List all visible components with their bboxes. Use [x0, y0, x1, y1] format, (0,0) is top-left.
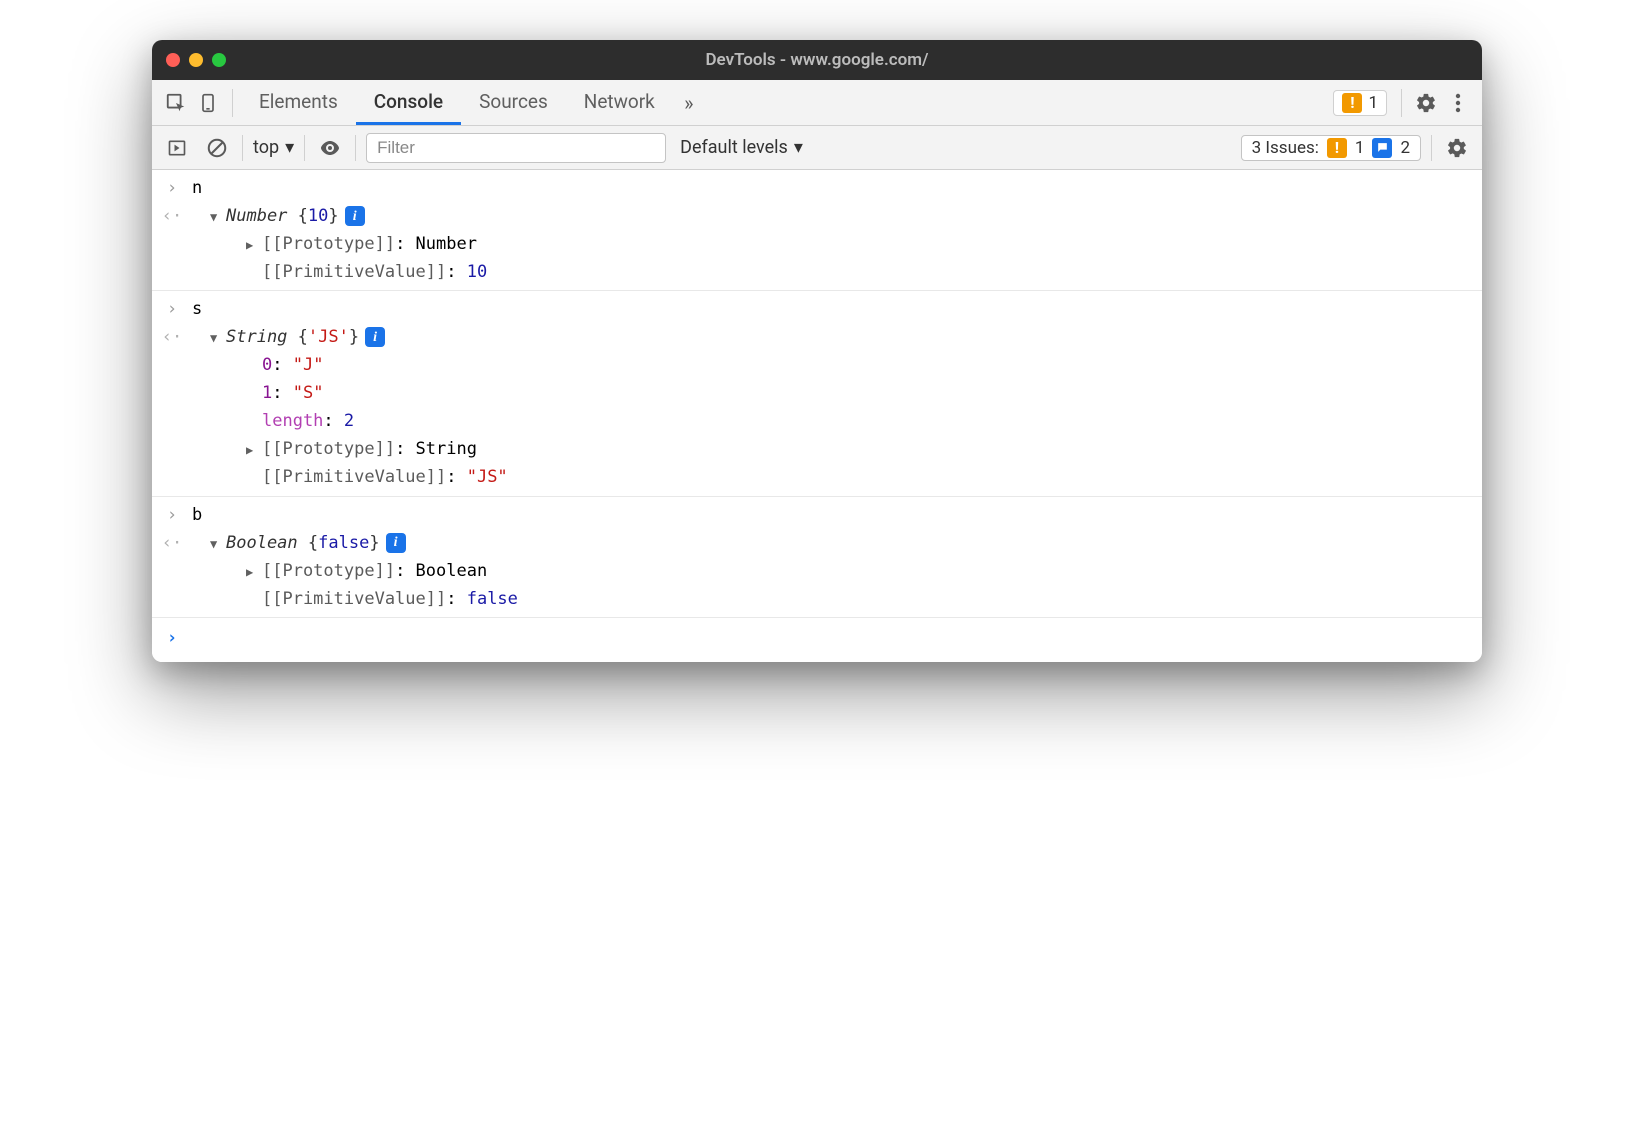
- console-entry: ›n‹·Number {10}i[[Prototype]]: Number[[P…: [152, 170, 1482, 291]
- toggle-sidebar-icon[interactable]: [162, 133, 192, 163]
- main-tabbar: Elements Console Sources Network » ! 1: [152, 80, 1482, 126]
- object-preview[interactable]: Number {10}i: [192, 202, 1482, 230]
- output-marker-icon: ‹·: [152, 202, 192, 230]
- divider: [232, 89, 233, 117]
- console-settings-button[interactable]: [1442, 133, 1472, 163]
- object-property[interactable]: 1: "S": [192, 379, 1482, 407]
- output-marker-icon: ‹·: [152, 323, 192, 351]
- divider: [242, 135, 243, 161]
- input-marker-icon: ›: [152, 295, 192, 323]
- context-selector[interactable]: top ▾: [253, 137, 294, 158]
- collapse-toggle-icon[interactable]: [210, 323, 224, 351]
- console-entry: ›b‹·Boolean {false}i[[Prototype]]: Boole…: [152, 497, 1482, 618]
- object-property[interactable]: length: 2: [192, 407, 1482, 435]
- tab-console[interactable]: Console: [356, 80, 461, 125]
- object-preview[interactable]: Boolean {false}i: [192, 529, 1482, 557]
- output-marker-icon: ‹·: [152, 529, 192, 557]
- expand-toggle-icon[interactable]: [246, 435, 260, 463]
- chevron-down-icon: ▾: [794, 137, 803, 158]
- more-tabs-button[interactable]: »: [673, 91, 705, 115]
- object-property[interactable]: 0: "J": [192, 351, 1482, 379]
- issues-label: 3 Issues:: [1252, 138, 1319, 158]
- divider: [1401, 89, 1402, 117]
- device-toolbar-icon[interactable]: [192, 87, 224, 119]
- warning-icon: !: [1342, 93, 1362, 113]
- object-property[interactable]: [[Prototype]]: String: [192, 435, 1482, 463]
- console-entry: ›s‹·String {'JS'}i0: "J"1: "S"length: 2[…: [152, 291, 1482, 496]
- console-prompt-icon: ›: [152, 624, 192, 652]
- inspect-element-icon[interactable]: [160, 87, 192, 119]
- divider: [304, 135, 305, 161]
- input-marker-icon: ›: [152, 501, 192, 529]
- object-preview[interactable]: String {'JS'}i: [192, 323, 1482, 351]
- console-output: ›n‹·Number {10}i[[Prototype]]: Number[[P…: [152, 170, 1482, 662]
- info-icon[interactable]: i: [345, 206, 365, 226]
- titlebar: DevTools - www.google.com/: [152, 40, 1482, 80]
- object-property[interactable]: [[PrimitiveValue]]: 10: [192, 258, 1482, 286]
- header-issues-count: 1: [1368, 93, 1378, 113]
- log-levels-selector[interactable]: Default levels ▾: [680, 137, 803, 158]
- tab-elements[interactable]: Elements: [241, 80, 356, 125]
- levels-label: Default levels: [680, 137, 788, 158]
- object-property[interactable]: [[PrimitiveValue]]: false: [192, 585, 1482, 613]
- console-input: b: [192, 501, 1482, 529]
- console-toolbar: top ▾ Default levels ▾ 3 Issues: ! 1 2: [152, 126, 1482, 170]
- tab-sources[interactable]: Sources: [461, 80, 566, 125]
- object-property[interactable]: [[Prototype]]: Boolean: [192, 557, 1482, 585]
- object-property[interactable]: [[Prototype]]: Number: [192, 230, 1482, 258]
- expand-toggle-icon[interactable]: [246, 230, 260, 258]
- console-input: n: [192, 174, 1482, 202]
- object-property[interactable]: [[PrimitiveValue]]: "JS": [192, 463, 1482, 491]
- expand-toggle-icon[interactable]: [246, 557, 260, 585]
- warn-count: 1: [1355, 138, 1365, 158]
- filter-input[interactable]: [366, 133, 666, 163]
- input-marker-icon: ›: [152, 174, 192, 202]
- tab-network[interactable]: Network: [566, 80, 673, 125]
- toolbar-issues-pill[interactable]: 3 Issues: ! 1 2: [1241, 135, 1421, 161]
- divider: [355, 135, 356, 161]
- zoom-window-button[interactable]: [212, 53, 226, 67]
- minimize-window-button[interactable]: [189, 53, 203, 67]
- info-icon[interactable]: i: [386, 533, 406, 553]
- info-icon[interactable]: i: [365, 327, 385, 347]
- window-title: DevTools - www.google.com/: [152, 50, 1482, 70]
- msg-count: 2: [1400, 138, 1410, 158]
- live-expression-icon[interactable]: [315, 133, 345, 163]
- message-icon: [1372, 138, 1392, 158]
- clear-console-icon[interactable]: [202, 133, 232, 163]
- context-label: top: [253, 137, 279, 158]
- settings-button[interactable]: [1410, 87, 1442, 119]
- traffic-lights: [166, 53, 226, 67]
- collapse-toggle-icon[interactable]: [210, 529, 224, 557]
- close-window-button[interactable]: [166, 53, 180, 67]
- warning-icon: !: [1327, 138, 1347, 158]
- console-input: s: [192, 295, 1482, 323]
- divider: [1431, 135, 1432, 161]
- devtools-window: DevTools - www.google.com/ Elements Cons…: [152, 40, 1482, 662]
- more-options-button[interactable]: [1442, 93, 1474, 113]
- collapse-toggle-icon[interactable]: [210, 202, 224, 230]
- tabs: Elements Console Sources Network: [241, 80, 673, 125]
- chevron-down-icon: ▾: [285, 137, 294, 158]
- header-issues-badge[interactable]: ! 1: [1333, 90, 1387, 116]
